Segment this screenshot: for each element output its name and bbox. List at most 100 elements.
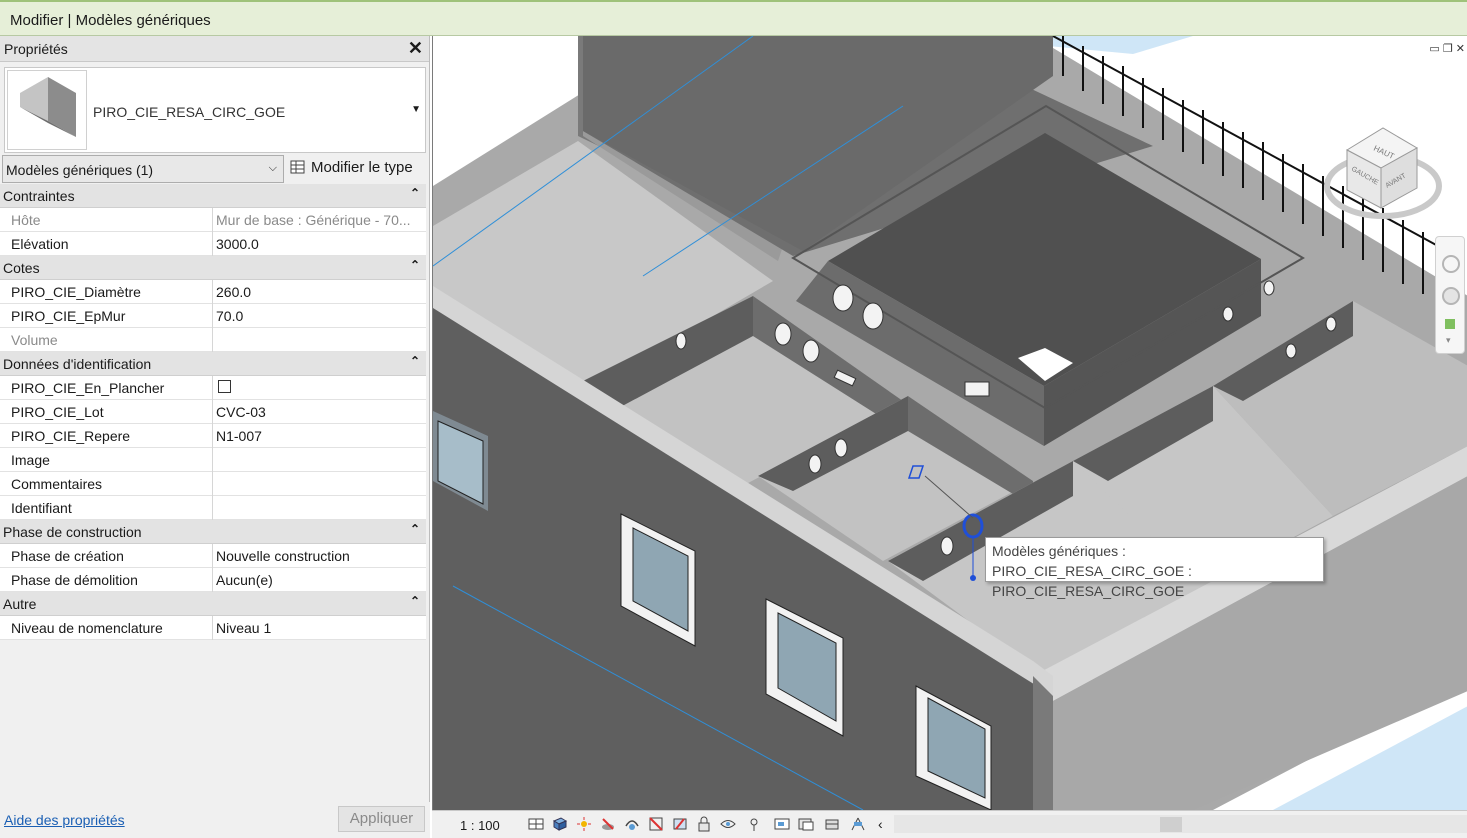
building-3d-model [433,36,1467,810]
temporary-view-properties-icon[interactable] [774,816,790,832]
property-row-phase-creation: Phase de création Nouvelle construction [0,544,426,568]
property-value: Mur de base : Générique - 70... [216,212,411,228]
show-analytical-model-icon[interactable] [798,816,814,832]
type-selector[interactable]: PIRO_CIE_RESA_CIRC_GOE ▼ [4,67,426,153]
section-label: Contraintes [3,188,75,204]
type-name: PIRO_CIE_RESA_CIRC_GOE [93,104,286,120]
category-filter-value: Modèles génériques (1) [6,162,154,178]
reveal-constraints-icon[interactable] [850,816,866,832]
property-row-en-plancher: PIRO_CIE_En_Plancher [0,376,426,400]
properties-grid: Contraintes ⌃ Hôte Mur de base : Génériq… [0,184,426,640]
context-title: Modifier | Modèles génériques [10,12,211,29]
horizontal-scrollbar[interactable] [894,815,1467,833]
property-value-field[interactable]: N1-007 [213,424,426,448]
property-value [213,328,426,352]
highlight-displacement-icon[interactable] [824,816,840,832]
collapse-icon[interactable]: ⌃ [410,522,420,536]
property-value-field[interactable] [213,448,426,472]
close-icon[interactable]: ✕ [408,38,423,59]
category-filter-dropdown[interactable]: Modèles génériques (1) ⌵ [2,155,284,183]
property-key: Commentaires [0,472,213,496]
crop-region-icon[interactable] [672,816,688,832]
section-header-autre[interactable]: Autre ⌃ [0,592,426,616]
property-value-field[interactable] [213,472,426,496]
property-row-niveau-nomenclature: Niveau de nomenclature Niveau 1 [0,616,426,640]
section-label: Cotes [3,260,40,276]
property-key: Image [0,448,213,472]
property-value-field[interactable]: 70.0 [213,304,426,328]
render-icon[interactable] [624,816,640,832]
property-value-field[interactable]: Nouvelle construction [213,544,426,568]
view-window-controls: ▭ ❐ ✕ [1429,42,1465,55]
property-row-phase-demolition: Phase de démolition Aucun(e) [0,568,426,592]
crop-view-icon[interactable] [648,816,664,832]
property-key: Niveau de nomenclature [0,616,213,640]
property-key: Identifiant [0,496,213,520]
property-value-field[interactable]: Niveau 1 [213,616,426,640]
property-key: Hôte [0,208,213,232]
property-row-volume: Volume [0,328,426,352]
close-icon[interactable]: ✕ [1456,43,1465,55]
property-row-image: Image [0,448,426,472]
property-key: PIRO_CIE_Diamètre [0,280,213,304]
lock-3d-view-icon[interactable] [696,816,712,832]
property-key: Phase de création [0,544,213,568]
section-header-phase[interactable]: Phase de construction ⌃ [0,520,426,544]
zoom-extents-icon[interactable] [1445,319,1455,329]
property-row-identifiant: Identifiant [0,496,426,520]
property-key: PIRO_CIE_En_Plancher [0,376,213,400]
properties-title: Propriétés [4,41,68,57]
en-plancher-checkbox[interactable] [218,380,231,393]
chevron-left-icon[interactable]: ‹ [878,816,883,832]
chevron-down-icon[interactable]: ▼ [411,104,421,115]
restore-icon[interactable]: ❐ [1443,43,1453,55]
visual-style-icon[interactable] [552,816,568,832]
reveal-hidden-icon[interactable] [746,816,762,832]
zoom-icon[interactable] [1442,287,1460,305]
edit-type-icon [290,160,305,174]
property-row-repere: PIRO_CIE_Repere N1-007 [0,424,426,448]
detail-level-icon[interactable] [528,816,544,832]
collapse-icon[interactable]: ⌃ [410,186,420,200]
property-row-lot: PIRO_CIE_Lot CVC-03 [0,400,426,424]
element-tooltip: Modèles génériques : PIRO_CIE_RESA_CIRC_… [985,537,1324,599]
section-label: Autre [3,596,37,612]
property-value-field[interactable]: Aucun(e) [213,568,426,592]
shadows-icon[interactable] [600,816,616,832]
property-value-field[interactable] [213,496,426,520]
property-row-commentaires: Commentaires [0,472,426,496]
collapse-icon[interactable]: ⌃ [410,594,420,608]
property-value [213,376,426,400]
viewcube[interactable]: HAUT GAUCHE AVANT [1321,108,1445,228]
property-key: PIRO_CIE_Repere [0,424,213,448]
properties-help-link[interactable]: Aide des propriétés [4,812,125,828]
section-header-identification[interactable]: Données d'identification ⌃ [0,352,426,376]
properties-palette: Propriétés ✕ PIRO_CIE_RESA_CIRC_GOE ▼ Mo… [0,36,430,838]
steering-wheel-icon[interactable] [1442,255,1460,273]
property-value-field[interactable]: 260.0 [213,280,426,304]
edit-type-button[interactable]: Modifier le type [288,157,428,181]
property-key: PIRO_CIE_Lot [0,400,213,424]
property-row-elevation: Elévation 3000.0 [0,232,426,256]
section-header-contraintes[interactable]: Contraintes ⌃ [0,184,426,208]
section-header-cotes[interactable]: Cotes ⌃ [0,256,426,280]
edit-type-label: Modifier le type [311,159,413,176]
section-label: Données d'identification [3,356,152,372]
property-value-field[interactable]: 3000.0 [213,232,426,256]
3d-view-canvas[interactable]: ▭ ❐ ✕ HAUT GAUCHE AVANT ▾ [432,36,1467,810]
chevron-down-icon: ⌵ [268,162,277,174]
apply-button[interactable]: Appliquer [338,806,425,832]
property-value-field[interactable]: CVC-03 [213,400,426,424]
collapse-icon[interactable]: ⌃ [410,354,420,368]
minimize-icon[interactable]: ▭ [1429,43,1439,55]
temporary-hide-icon[interactable] [720,816,736,832]
view-control-bar: 1 : 100 ‹ [432,810,1467,838]
sun-path-icon[interactable] [576,816,592,832]
collapse-icon[interactable]: ⌃ [410,258,420,272]
chevron-down-icon[interactable]: ▾ [1446,335,1451,346]
property-key: Phase de démolition [0,568,213,592]
scrollbar-thumb[interactable] [1160,817,1182,832]
view-scale[interactable]: 1 : 100 [460,818,500,833]
property-key: Elévation [0,232,213,256]
navigation-bar: ▾ [1435,236,1465,354]
